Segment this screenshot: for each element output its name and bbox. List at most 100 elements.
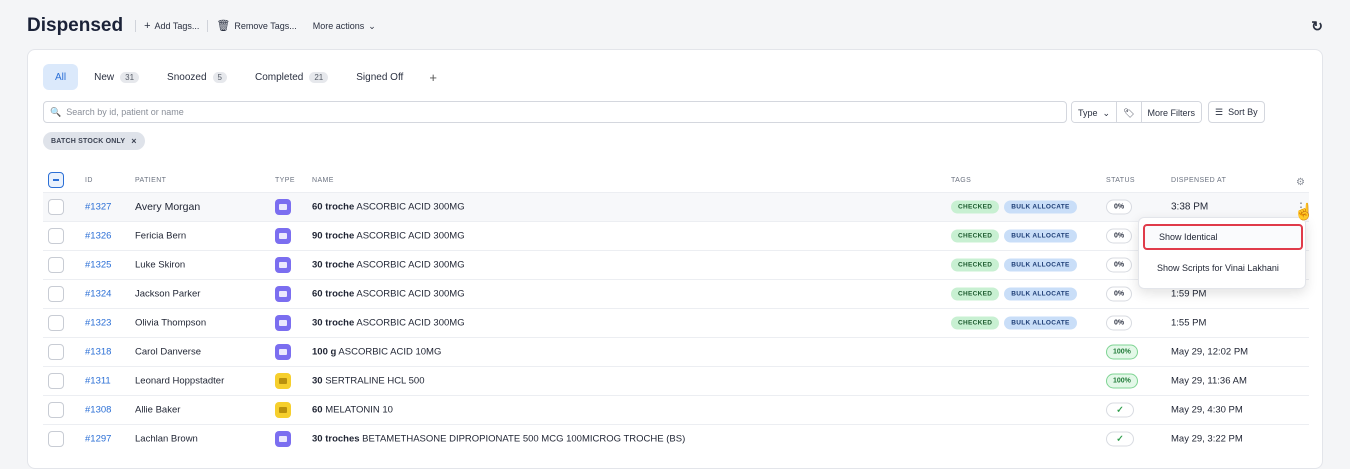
table-row[interactable]: #1308 Allie Baker 60 MELATONIN 10 ✓ May 29, …	[43, 395, 1309, 424]
prescription-type-icon	[275, 431, 291, 447]
row-checkbox[interactable]	[48, 373, 64, 389]
row-checkbox[interactable]	[48, 431, 64, 447]
row-id-link[interactable]: #1327	[85, 202, 111, 213]
tag-filter-button[interactable]: 🏷	[1117, 102, 1142, 122]
sort-by-label: Sort By	[1228, 107, 1258, 117]
search-input[interactable]	[66, 107, 1047, 117]
close-icon[interactable]: ×	[131, 136, 136, 146]
table-row[interactable]: #1323 Olivia Thompson 30 troche ASCORBIC A…	[43, 308, 1309, 337]
show-scripts-menu-item[interactable]: Show Scripts for Vinai Lakhani	[1143, 255, 1303, 281]
row-id-link[interactable]: #1324	[85, 289, 111, 300]
gear-icon[interactable]: ⚙	[1296, 177, 1305, 188]
row-checkbox[interactable]	[48, 315, 64, 331]
prescription-type-icon	[275, 344, 291, 360]
tab-completed[interactable]: Completed 21	[243, 64, 340, 90]
patient-name: Jackson Parker	[135, 288, 201, 300]
tab-label: Snoozed	[167, 71, 207, 83]
table-row[interactable]: #1311 Leonard Hoppstadter 30 SERTRALINE HC…	[43, 366, 1309, 395]
add-tab-button[interactable]: +	[419, 70, 447, 85]
medication-drug: ASCORBIC ACID 10MG	[336, 346, 442, 358]
column-header-patient[interactable]: PATIENT	[135, 177, 166, 184]
tab-label: Signed Off	[356, 71, 404, 83]
row-id-link[interactable]: #1325	[85, 260, 111, 271]
column-header-name[interactable]: NAME	[312, 177, 334, 184]
sort-by-button[interactable]: ☰ Sort By	[1208, 101, 1265, 123]
tags-cell: CHECKED BULK ALLOCATE	[951, 258, 1077, 272]
status-badge: 0%	[1106, 257, 1132, 273]
active-filter-chip: BATCH STOCK ONLY ×	[43, 132, 145, 150]
page-title: Dispensed	[27, 15, 124, 36]
prescription-type-icon	[275, 373, 291, 389]
more-filters-button[interactable]: More Filters	[1141, 102, 1202, 122]
patient-name: Fericia Bern	[135, 230, 187, 242]
select-all-checkbox[interactable]	[48, 172, 64, 188]
prescription-type-icon	[275, 315, 291, 331]
tab-snoozed[interactable]: Snoozed 5	[155, 64, 239, 90]
column-header-dispensed-at[interactable]: DISPENSED AT	[1171, 177, 1226, 184]
row-checkbox[interactable]	[48, 344, 64, 360]
tags-cell: CHECKED BULK ALLOCATE	[951, 229, 1077, 243]
tags-cell: CHECKED BULK ALLOCATE	[951, 200, 1077, 214]
row-checkbox[interactable]	[48, 228, 64, 244]
column-header-status[interactable]: STATUS	[1106, 177, 1135, 184]
medication-name: 60 troche ASCORBIC ACID 300MG	[312, 289, 465, 300]
dispensed-at: May 29, 4:30 PM	[1171, 404, 1243, 416]
add-tags-button[interactable]: + Add Tags...	[136, 17, 207, 35]
type-filter-button[interactable]: Type ⌄	[1072, 102, 1118, 122]
dispensed-at: 1:55 PM	[1171, 317, 1207, 329]
row-id-link[interactable]: #1318	[85, 347, 111, 358]
row-id-link[interactable]: #1297	[85, 434, 111, 445]
table-row[interactable]: #1327 Avery Morgan 60 troche ASCORBIC ACID…	[43, 192, 1309, 221]
row-id-link[interactable]: #1311	[85, 376, 111, 387]
medication-drug: MELATONIN 10	[322, 404, 393, 416]
chevron-down-icon: ⌄	[368, 20, 376, 31]
tab-signed-off[interactable]: Signed Off	[344, 64, 415, 90]
row-id-link[interactable]: #1326	[85, 231, 111, 242]
medication-name: 30 troche ASCORBIC ACID 300MG	[312, 260, 465, 271]
dispensed-at: 1:59 PM	[1171, 288, 1207, 300]
table-row[interactable]: #1324 Jackson Parker 60 troche ASCORBIC AC…	[43, 279, 1309, 308]
medication-quantity: 90 troche	[312, 230, 355, 242]
add-tags-label: Add Tags...	[154, 21, 200, 31]
row-checkbox[interactable]	[48, 402, 64, 418]
row-checkbox[interactable]	[48, 257, 64, 273]
medication-name: 30 SERTRALINE HCL 500	[312, 376, 424, 387]
medication-quantity: 60	[312, 404, 323, 416]
chevron-down-icon: ⌄	[1102, 107, 1111, 118]
medication-drug: ASCORBIC ACID 300MG	[354, 230, 465, 242]
tab-label: All	[55, 71, 67, 83]
column-header-type[interactable]: TYPE	[275, 177, 295, 184]
row-checkbox[interactable]	[48, 199, 64, 215]
table-row[interactable]: #1318 Carol Danverse 100 g ASCORBIC ACID 1…	[43, 337, 1309, 366]
tab-bar: All New 31 Snoozed 5 Completed 21 Signed Of…	[43, 64, 447, 90]
column-header-tags[interactable]: TAGS	[951, 177, 971, 184]
tag-badge: BULK ALLOCATE	[1004, 287, 1077, 301]
tab-label: New	[94, 71, 115, 83]
table-row[interactable]: #1325 Luke Skiron 30 troche ASCORBIC ACID …	[43, 250, 1309, 279]
tab-label: Completed	[254, 71, 304, 83]
row-checkbox[interactable]	[48, 286, 64, 302]
tab-all[interactable]: All	[43, 64, 79, 90]
row-context-menu: Show Identical Show Scripts for Vinai La…	[1138, 217, 1306, 289]
status-badge: 0%	[1106, 315, 1132, 331]
status-badge: 0%	[1106, 228, 1132, 244]
column-header-id[interactable]: ID	[85, 177, 93, 184]
row-id-link[interactable]: #1323	[85, 318, 111, 329]
tab-new[interactable]: New 31	[82, 64, 151, 90]
status-badge: 100%	[1106, 344, 1138, 360]
more-filters-label: More Filters	[1147, 108, 1196, 118]
dispensed-at: May 29, 11:36 AM	[1171, 375, 1247, 387]
table-row[interactable]: #1297 Lachlan Brown 30 troches BETAMETHASO…	[43, 424, 1309, 453]
table-row[interactable]: #1326 Fericia Bern 90 troche ASCORBIC ACID…	[43, 221, 1309, 250]
search-box: 🔍	[43, 101, 1067, 123]
patient-name: Luke Skiron	[135, 259, 186, 271]
tag-badge: BULK ALLOCATE	[1004, 200, 1077, 214]
row-id-link[interactable]: #1308	[85, 405, 111, 416]
medication-quantity: 30 troche	[312, 317, 355, 329]
refresh-icon[interactable]: ↻	[1311, 18, 1323, 35]
show-identical-menu-item[interactable]: Show Identical	[1143, 224, 1303, 250]
filter-bar: Type ⌄ 🏷 More Filters ☰ Sort By	[1071, 101, 1265, 123]
remove-tags-button[interactable]: 🗑 Remove Tags...	[208, 17, 304, 35]
more-actions-button[interactable]: More actions ⌄	[305, 17, 384, 35]
tag-badge: CHECKED	[951, 316, 1000, 330]
